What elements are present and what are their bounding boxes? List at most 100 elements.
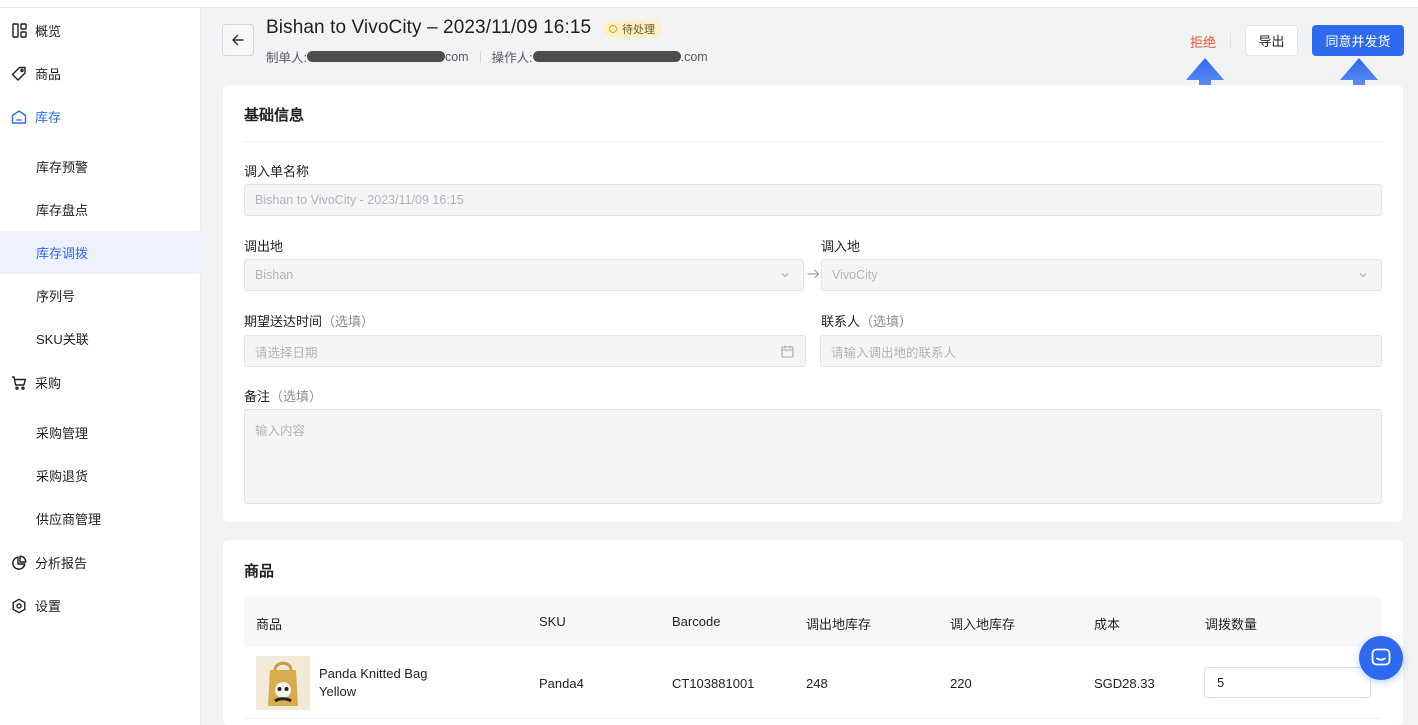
- sidebar-item-purchase[interactable]: 采购: [0, 361, 201, 404]
- reject-button[interactable]: 拒绝: [1180, 26, 1226, 56]
- contact-placeholder: 请输入调出地的联系人: [831, 345, 957, 360]
- sidebar-item-label: 序列号: [36, 289, 76, 304]
- to-location-select[interactable]: VivoCity: [821, 259, 1382, 291]
- sidebar-item-label: 库存预警: [36, 160, 89, 175]
- product-name-line2: Yellow: [319, 684, 357, 699]
- eta-optional-hint: （选填）: [322, 314, 375, 329]
- settings-icon: [11, 598, 27, 614]
- sidebar-item-inventory[interactable]: 库存: [0, 95, 201, 138]
- sidebar-item-serial-number[interactable]: 序列号: [0, 274, 201, 317]
- sidebar-item-label: 设置: [35, 599, 62, 614]
- remark-optional-hint: （选填）: [270, 389, 323, 404]
- to-location-label: 调入地: [821, 239, 861, 254]
- products-card: 商品 商品 SKU Barcode 调出地库存 调入地库存 成本 调拨数量 Pa…: [223, 540, 1403, 725]
- product-name-line1: Panda Knitted Bag: [319, 666, 428, 681]
- sidebar-item-stock-transfer[interactable]: 库存调拨: [0, 231, 201, 274]
- sidebar-item-label: SKU关联: [36, 332, 89, 347]
- from-location-value: Bishan: [255, 268, 294, 282]
- redacted-creator-email: [306, 51, 445, 62]
- eta-date-picker[interactable]: 请选择日期: [244, 335, 806, 367]
- sidebar-item-purchase-manage[interactable]: 采购管理: [0, 411, 201, 454]
- sidebar-item-label: 分析报告: [35, 556, 88, 571]
- transfer-name-field[interactable]: Bishan to VivoCity - 2023/11/09 16:15: [244, 184, 1382, 216]
- barcode-cell: CT103881001: [672, 676, 755, 691]
- remark-textarea[interactable]: 输入内容: [244, 409, 1382, 504]
- sidebar-item-purchase-return[interactable]: 采购退货: [0, 454, 201, 497]
- pending-dot-icon: [609, 25, 617, 33]
- table-header: 商品 SKU Barcode 调出地库存 调入地库存 成本 调拨数量: [244, 597, 1382, 647]
- back-button[interactable]: [222, 24, 254, 56]
- transfer-quantity-input[interactable]: 5: [1204, 667, 1371, 698]
- sidebar-item-products[interactable]: 商品: [0, 52, 201, 95]
- sidebar-item-label: 概览: [35, 24, 62, 39]
- sidebar-item-label: 供应商管理: [36, 512, 102, 527]
- sidebar-item-label: 采购管理: [36, 426, 89, 441]
- from-location-label: 调出地: [244, 239, 284, 254]
- redacted-operator-email: [532, 51, 681, 62]
- column-header: 商品: [256, 617, 283, 632]
- from-stock-cell: 248: [806, 676, 828, 691]
- button-divider: [1230, 33, 1231, 49]
- sidebar-item-label: 采购退货: [36, 469, 89, 484]
- sidebar-item-label: 采购: [35, 376, 62, 391]
- chevron-down-icon: [778, 268, 792, 282]
- arrow-left-icon: [232, 34, 244, 46]
- overview-icon: [11, 23, 27, 39]
- cost-cell: SGD28.33: [1094, 676, 1155, 691]
- contact-label-text: 联系人: [821, 314, 861, 329]
- sidebar-item-sku-link[interactable]: SKU关联: [0, 317, 201, 360]
- column-header: 成本: [1094, 617, 1121, 632]
- sidebar-item-stock-count[interactable]: 库存盘点: [0, 188, 201, 231]
- card-divider: [244, 141, 1382, 142]
- sidebar-item-label: 商品: [35, 67, 62, 82]
- column-header: 调拨数量: [1205, 617, 1258, 632]
- column-header: SKU: [539, 614, 566, 629]
- product-thumbnail: [256, 656, 310, 710]
- eta-label-text: 期望送达时间: [244, 314, 323, 329]
- sidebar-item-reports[interactable]: 分析报告: [0, 541, 201, 584]
- contact-label: 联系人（选填）: [821, 311, 912, 330]
- table-row: Panda Knitted Bag Yellow Panda4 CT103881…: [244, 647, 1382, 719]
- approve-and-ship-button[interactable]: 同意并发货: [1312, 25, 1404, 56]
- sidebar-item-label: 库存盘点: [36, 203, 89, 218]
- page-title: Bishan to VivoCity – 2023/11/09 16:15: [266, 17, 592, 38]
- remark-label: 备注（选填）: [244, 386, 322, 405]
- cart-icon: [11, 375, 27, 391]
- sku-cell: Panda4: [539, 676, 584, 691]
- sidebar-item-label: 库存调拨: [36, 246, 89, 261]
- meta-line: 制单人: com 操作人: .com: [266, 47, 708, 66]
- pie-chart-icon: [11, 555, 27, 571]
- arrow-right-icon: [806, 267, 820, 281]
- basic-info-card: 基础信息 调入单名称 Bishan to VivoCity - 2023/11/…: [223, 85, 1403, 522]
- status-text: 待处理: [622, 24, 655, 36]
- products-title: 商品: [244, 563, 275, 580]
- to-stock-cell: 220: [950, 676, 972, 691]
- tag-icon: [11, 66, 27, 82]
- warehouse-icon: [11, 109, 27, 125]
- basic-info-title: 基础信息: [244, 107, 305, 124]
- contact-input[interactable]: 请输入调出地的联系人: [820, 335, 1382, 367]
- transfer-quantity-value: 5: [1217, 675, 1225, 690]
- creator-suffix: com: [444, 49, 469, 64]
- meta-divider: [479, 50, 481, 63]
- transfer-name-value: Bishan to VivoCity - 2023/11/09 16:15: [255, 193, 464, 207]
- sidebar-item-settings[interactable]: 设置: [0, 584, 201, 627]
- from-location-select[interactable]: Bishan: [244, 259, 804, 291]
- sidebar-item-supplier[interactable]: 供应商管理: [0, 497, 201, 540]
- sidebar-item-label: 库存: [35, 110, 62, 125]
- remark-placeholder: 输入内容: [255, 424, 306, 438]
- chat-support-button[interactable]: [1359, 636, 1403, 680]
- contact-optional-hint: （选填）: [860, 314, 913, 329]
- remark-label-text: 备注: [244, 389, 271, 404]
- eta-placeholder: 请选择日期: [255, 345, 318, 360]
- sidebar-item-stock-alert[interactable]: 库存预警: [0, 145, 201, 188]
- sidebar-item-overview[interactable]: 概览: [0, 9, 201, 52]
- column-header: 调出地库存: [806, 617, 872, 632]
- to-location-value: VivoCity: [832, 268, 878, 282]
- eta-label: 期望送达时间（选填）: [244, 311, 374, 330]
- column-header: Barcode: [672, 614, 721, 629]
- transfer-name-label: 调入单名称: [244, 164, 310, 179]
- sidebar: 概览 商品 库存 库存预警 库存盘点 库存调拨 序列号 SKU关联 采购 采购管…: [0, 8, 201, 725]
- export-button[interactable]: 导出: [1245, 25, 1298, 56]
- status-badge: 待处理: [603, 20, 662, 38]
